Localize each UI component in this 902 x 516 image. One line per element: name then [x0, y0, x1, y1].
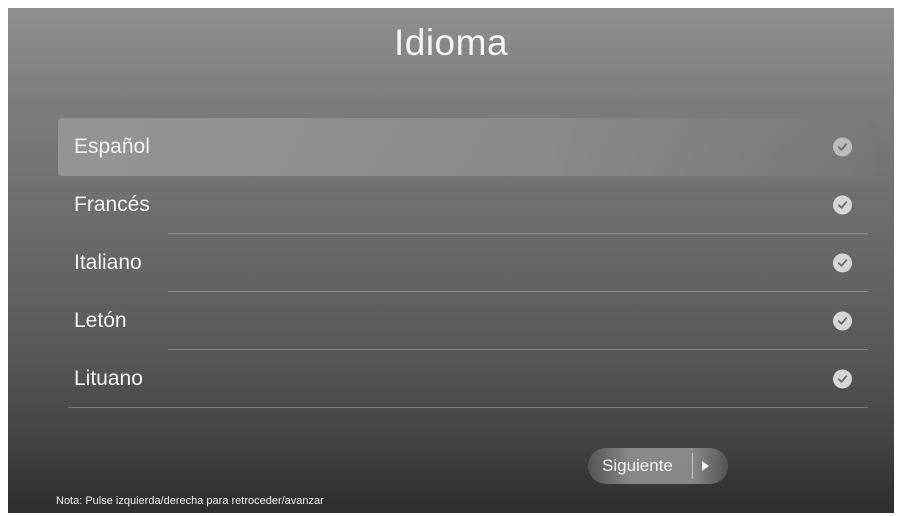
arrow-right-icon	[702, 461, 709, 471]
navigation-hint: Nota: Pulse izquierda/derecha para retro…	[56, 495, 324, 507]
language-label: Lituano	[74, 367, 143, 390]
next-button-label: Siguiente	[602, 456, 673, 475]
language-label: Francés	[74, 193, 150, 216]
language-label: Italiano	[74, 251, 142, 274]
checkmark-icon	[833, 311, 852, 331]
checkmark-icon	[833, 253, 852, 273]
language-label: Letón	[74, 309, 127, 332]
language-item-leton[interactable]: Letón	[58, 292, 874, 350]
page-title: Idioma	[393, 22, 509, 63]
language-item-italiano[interactable]: Italiano	[58, 234, 874, 292]
language-list: Español Francés Italiano Letón Lituano	[58, 118, 874, 408]
next-button[interactable]: Siguiente	[588, 448, 728, 484]
language-label: Español	[74, 135, 150, 158]
language-item-lituano[interactable]: Lituano	[58, 350, 874, 408]
language-item-espanol[interactable]: Español	[58, 118, 874, 176]
button-divider	[692, 453, 693, 479]
language-item-frances[interactable]: Francés	[58, 176, 874, 234]
checkmark-icon	[833, 369, 852, 389]
tv-screen: Idioma Español Francés Italiano Letón Li…	[8, 8, 894, 513]
checkmark-icon	[833, 137, 852, 157]
checkmark-icon	[833, 195, 852, 215]
